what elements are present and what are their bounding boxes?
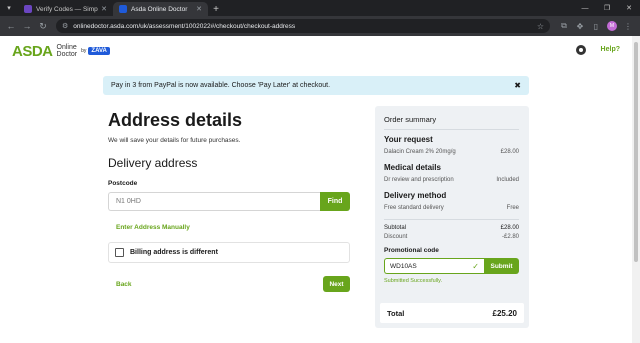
address-form: Address details We will save your detail… — [108, 110, 350, 292]
promo-code-input[interactable]: WD10AS ✓ — [384, 258, 484, 274]
order-summary-panel: Order summary Your request Dalacin Cream… — [375, 106, 529, 328]
puzzle-icon[interactable]: ✥ — [572, 19, 588, 33]
subtotal-label: Subtotal — [384, 225, 407, 231]
bookmark-star-icon[interactable]: ☆ — [537, 22, 544, 31]
delivery-row: Free standard delivery Free — [384, 205, 519, 211]
zava-logo: ZAVA — [88, 47, 110, 55]
page-subtitle: We will save your details for future pur… — [108, 137, 241, 144]
browser-tab-asda[interactable]: Asda Online Doctor ✕ — [113, 2, 208, 16]
scrollbar-thumb[interactable] — [634, 42, 638, 262]
browser-menu-icon[interactable]: ⋮ — [620, 19, 636, 33]
postcode-label: Postcode — [108, 180, 138, 187]
profile-avatar[interactable]: M — [607, 21, 617, 31]
promo-code-label: Promotional code — [384, 247, 439, 254]
minimize-icon[interactable]: — — [574, 0, 596, 16]
your-request-heading: Your request — [384, 135, 433, 144]
page-title: Address details — [108, 110, 243, 130]
paypal-banner: Pay in 3 from PayPal is now available. C… — [103, 76, 529, 95]
enter-address-manually-link[interactable]: Enter Address Manually — [116, 224, 350, 231]
tab-close-icon[interactable]: ✕ — [101, 5, 107, 13]
back-arrow-icon[interactable]: ← — [4, 19, 18, 33]
tab-title: Verify Codes — SimplyCodes — [36, 5, 99, 13]
billing-checkbox[interactable] — [115, 248, 124, 257]
medical-value: Included — [496, 177, 519, 183]
asda-favicon-icon — [119, 5, 127, 13]
side-panel-icon[interactable]: ▯ — [588, 19, 604, 33]
extensions-icon[interactable]: ⧉ — [556, 19, 572, 33]
find-button[interactable]: Find — [320, 192, 350, 211]
logo-asda-text: ASDA — [12, 42, 53, 60]
total-row: Total £25.20 — [380, 303, 524, 323]
forward-arrow-icon[interactable]: → — [20, 19, 34, 33]
divider — [384, 129, 519, 130]
total-value: £25.20 — [492, 308, 517, 318]
delivery-item: Free standard delivery — [384, 205, 444, 211]
help-link[interactable]: Help? — [601, 46, 620, 53]
delivery-method-heading: Delivery method — [384, 191, 447, 200]
billing-address-toggle[interactable]: Billing address is different — [108, 242, 350, 263]
billing-label: Billing address is different — [130, 249, 218, 256]
tab-search-icon[interactable]: ▾ — [0, 0, 18, 16]
total-label: Total — [387, 308, 405, 318]
logo-doctor: Doctor — [56, 51, 78, 58]
window-controls: — ❐ ✕ — [574, 0, 640, 16]
page-scrollbar[interactable] — [632, 36, 640, 343]
subtotal-value: £28.00 — [500, 225, 519, 231]
form-navigation: Back Next — [108, 276, 350, 292]
next-button[interactable]: Next — [323, 276, 350, 292]
address-bar[interactable]: ⚙ onlinedoctor.asda.com/uk/assessment/10… — [56, 19, 550, 33]
close-window-icon[interactable]: ✕ — [618, 0, 640, 16]
medical-row: Dr review and prescription Included — [384, 177, 519, 183]
browser-tab-bar: ▾ Verify Codes — SimplyCodes ✕ Asda Onli… — [0, 0, 640, 16]
divider — [384, 219, 519, 220]
delivery-address-heading: Delivery address — [108, 156, 198, 170]
back-link[interactable]: Back — [116, 281, 132, 288]
promo-code-value: WD10AS — [390, 262, 417, 270]
postcode-row: N1 0HD Find — [108, 192, 350, 211]
banner-text: Pay in 3 from PayPal is now available. C… — [111, 82, 331, 89]
order-summary-title: Order summary — [384, 115, 437, 124]
logo-by-text: by — [81, 48, 87, 54]
browser-tab-simplycodes[interactable]: Verify Codes — SimplyCodes ✕ — [18, 2, 113, 16]
discount-row: Discount -£2.80 — [384, 234, 519, 240]
site-header: ASDA Online Doctor by ZAVA Help? — [0, 36, 632, 66]
delivery-value: Free — [506, 205, 519, 211]
account-icon[interactable] — [576, 45, 586, 55]
simplycodes-favicon-icon — [24, 5, 32, 13]
medical-item: Dr review and prescription — [384, 177, 454, 183]
promo-submit-button[interactable]: Submit — [484, 258, 519, 274]
promo-code-row: WD10AS ✓ Submit — [384, 258, 519, 274]
page-content: ASDA Online Doctor by ZAVA Help? Pay in … — [0, 36, 632, 343]
logo-online-doctor-text: Online Doctor — [57, 44, 78, 58]
asda-online-doctor-logo[interactable]: ASDA Online Doctor by ZAVA — [12, 43, 110, 60]
discount-label: Discount — [384, 234, 408, 240]
request-price: £28.00 — [500, 149, 519, 155]
banner-close-icon[interactable]: ✖ — [514, 81, 521, 90]
site-info-icon[interactable]: ⚙ — [62, 22, 68, 30]
maximize-icon[interactable]: ❐ — [596, 0, 618, 16]
new-tab-icon[interactable]: + — [208, 2, 224, 16]
logo-online: Online — [56, 44, 77, 51]
subtotal-row: Subtotal £28.00 — [384, 225, 519, 231]
url-text: onlinedoctor.asda.com/uk/assessment/1002… — [73, 22, 296, 30]
browser-toolbar: ← → ↻ ⚙ onlinedoctor.asda.com/uk/assessm… — [0, 16, 640, 36]
tab-title: Asda Online Doctor — [131, 5, 188, 13]
checkmark-icon: ✓ — [472, 261, 479, 271]
discount-value: -£2.80 — [501, 234, 519, 240]
reload-icon[interactable]: ↻ — [36, 19, 50, 33]
medical-details-heading: Medical details — [384, 163, 441, 172]
postcode-input[interactable]: N1 0HD — [108, 192, 320, 211]
tab-close-icon[interactable]: ✕ — [196, 5, 202, 13]
promo-success-message: Submitted Successfully. — [384, 278, 442, 284]
request-item: Dalacin Cream 2% 20mg/g — [384, 149, 456, 155]
